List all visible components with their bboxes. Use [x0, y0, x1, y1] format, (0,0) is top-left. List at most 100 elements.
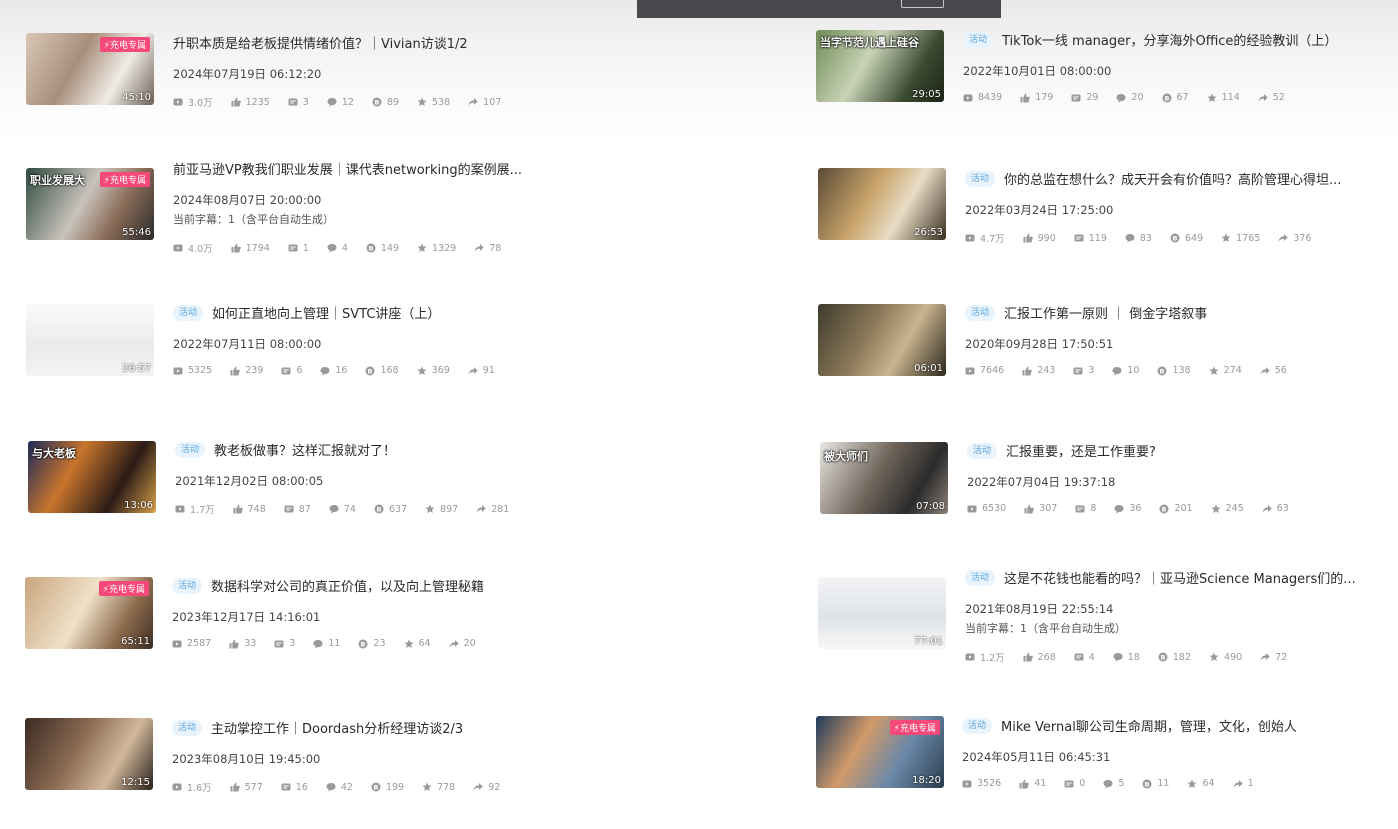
video-thumbnail[interactable]: 被大师们 07:08: [820, 442, 948, 514]
share-icon: [476, 504, 486, 514]
like-icon: [1022, 366, 1032, 376]
stat-views: 4.0万: [173, 241, 213, 255]
danmaku-icon: [1075, 504, 1085, 514]
stat-likes: 179: [1020, 92, 1053, 103]
svg-text:B: B: [374, 98, 379, 106]
stat-danmaku: 119: [1074, 233, 1107, 244]
publish-date: 2024年08月07日 20:00:00: [173, 193, 322, 207]
publish-date: 2021年08月19日 22:55:14: [965, 602, 1114, 616]
share-icon: [473, 782, 483, 792]
stat-value: 83: [1139, 232, 1152, 244]
video-stats: 3.0万 1235 3 12 B 89 538 107: [173, 95, 519, 109]
top-toolbar: [637, 0, 1001, 18]
video-title-text: 汇报重要，还是工作重要?: [1006, 445, 1156, 460]
stat-value: 72: [1275, 651, 1288, 663]
video-stats: 4.0万 1794 1 4 B 149 1329 78: [173, 241, 519, 255]
coin-icon: B: [365, 366, 375, 376]
video-thumbnail[interactable]: 当字节范儿遇上硅谷 29:05: [816, 30, 944, 102]
favorite-icon: [1207, 93, 1217, 103]
stat-shares: 107: [468, 97, 501, 108]
stat-coins: B 23: [358, 638, 386, 649]
stat-value: 8: [1090, 503, 1097, 514]
stat-danmaku: 6: [281, 365, 302, 376]
toolbar-button[interactable]: [901, 0, 944, 8]
video-thumbnail[interactable]: 06:01: [818, 304, 946, 376]
stat-favorites: 114: [1207, 92, 1240, 103]
activity-tag: 活动: [965, 170, 996, 187]
video-thumbnail[interactable]: 26:57: [26, 304, 154, 376]
activity-tag: 活动: [963, 31, 994, 48]
stat-shares: 20: [449, 638, 476, 649]
video-title-link[interactable]: 活动 汇报重要，还是工作重要?: [967, 441, 1156, 460]
svg-text:B: B: [1173, 234, 1178, 242]
video-title-text: 你的总监在想什么？成天开会有价值吗？高阶管理心得坦...: [1004, 173, 1342, 188]
activity-tag: 活动: [962, 717, 993, 734]
stat-value: 64: [418, 638, 431, 649]
duration-label: 55:46: [122, 227, 151, 238]
video-title-link[interactable]: 升职本质是给老板提供情绪价值？｜Vivian访谈1/2: [173, 33, 468, 52]
stat-value: 63: [1276, 503, 1289, 514]
stat-favorites: 1329: [417, 243, 456, 254]
stat-favorites: 64: [1187, 778, 1215, 789]
stat-value: 10: [1127, 365, 1140, 376]
video-thumbnail[interactable]: 77:01: [818, 577, 946, 649]
video-thumbnail[interactable]: ⚡充电专属 65:11: [25, 577, 153, 649]
stat-value: 274: [1223, 365, 1242, 376]
video-title-link[interactable]: 活动 你的总监在想什么？成天开会有价值吗？高阶管理心得坦...: [965, 169, 1341, 188]
stat-value: 11: [328, 638, 341, 649]
stat-shares: 52: [1258, 92, 1285, 103]
publish-date: 2020年09月28日 17:50:51: [965, 337, 1114, 351]
video-title-link[interactable]: 活动 教老板做事？这样汇报就对了！: [175, 440, 396, 459]
publish-date: 2021年12月02日 08:00:05: [175, 474, 324, 488]
stat-value: 239: [245, 365, 264, 376]
video-title-link[interactable]: 活动 数据科学对公司的真正价值，以及向上管理秘籍: [172, 576, 484, 595]
stat-views: 1.2万: [965, 650, 1005, 664]
share-icon: [1260, 652, 1270, 662]
video-title-link[interactable]: 活动 Mike Vernal聊公司生命周期，管理，文化，创始人: [962, 716, 1297, 735]
comment-icon: [326, 782, 336, 792]
video-thumbnail[interactable]: 26:53: [818, 168, 946, 240]
like-icon: [229, 639, 239, 649]
video-title-link[interactable]: 活动 TikTok一线 manager，分享海外Office的经验教训（上）: [963, 30, 1337, 49]
danmaku-icon: [1064, 779, 1074, 789]
comment-icon: [327, 97, 337, 107]
stat-value: 245: [1225, 503, 1244, 514]
comment-icon: [327, 243, 337, 253]
activity-tag: 活动: [173, 304, 204, 321]
stat-comments: 20: [1116, 92, 1144, 103]
favorite-icon: [1211, 504, 1221, 514]
stat-value: 243: [1037, 365, 1056, 376]
video-title-link[interactable]: 活动 主动掌控工作｜Doordash分析经理访谈2/3: [172, 718, 463, 737]
stat-shares: 1: [1233, 778, 1254, 789]
duration-label: 26:57: [122, 363, 151, 374]
stat-value: 89: [386, 96, 400, 108]
stat-likes: 268: [1023, 652, 1056, 663]
stat-value: 67: [1176, 92, 1189, 103]
comment-icon: [1116, 93, 1126, 103]
like-icon: [1023, 233, 1033, 243]
stat-value: 748: [247, 503, 266, 515]
video-thumbnail[interactable]: ⚡充电专属 45:10: [26, 33, 154, 105]
play-count-icon: [175, 504, 185, 514]
video-thumbnail[interactable]: ⚡充电专属 18:20: [816, 716, 944, 788]
video-title-link[interactable]: 活动 这是不花钱也能看的吗？｜亚马逊Science Managers们的...: [965, 568, 1356, 587]
stat-value: 87: [298, 503, 311, 515]
stat-value: 649: [1184, 232, 1204, 244]
activity-tag: 活动: [965, 569, 996, 586]
stat-value: 119: [1088, 232, 1107, 244]
duration-label: 18:20: [912, 775, 941, 786]
activity-tag: 活动: [967, 442, 998, 459]
stat-value: 29: [1086, 92, 1099, 103]
favorite-icon: [1187, 779, 1197, 789]
like-icon: [233, 504, 243, 514]
video-thumbnail[interactable]: 与大老板 13:06: [28, 441, 156, 513]
video-thumbnail[interactable]: 12:15: [25, 718, 153, 790]
subtitle-info: 当前字幕：1（含平台自动生成）: [965, 622, 1126, 635]
stat-value: 74: [343, 503, 356, 515]
video-title-link[interactable]: 活动 汇报工作第一原则 ｜ 倒金字塔叙事: [965, 303, 1207, 322]
video-title-link[interactable]: 活动 如何正直地向上管理｜SVTC讲座（上）: [173, 303, 440, 322]
play-count-icon: [965, 233, 975, 243]
stat-value: 281: [491, 503, 510, 515]
video-title-link[interactable]: 前亚马逊VP教我们职业发展｜课代表networking的案例展...: [173, 159, 522, 178]
video-thumbnail[interactable]: 职业发展大 ⚡充电专属 55:46: [26, 168, 154, 240]
